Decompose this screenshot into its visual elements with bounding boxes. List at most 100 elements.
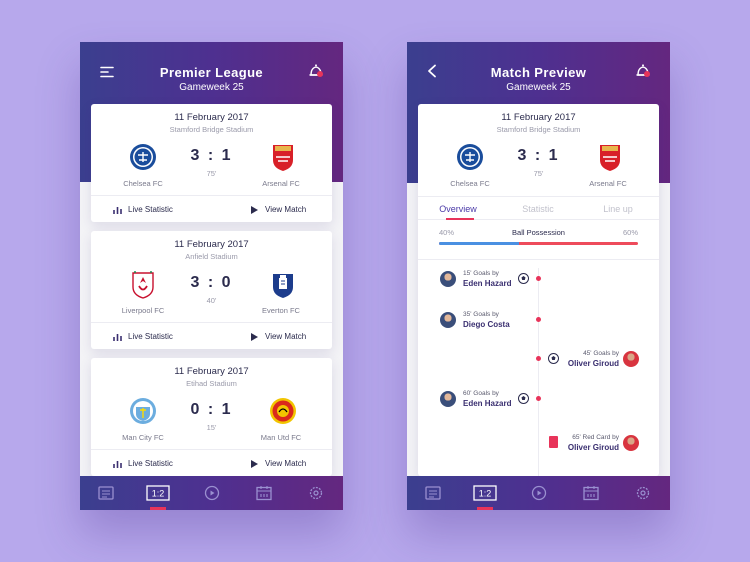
calendar-icon[interactable] (255, 485, 273, 501)
match-minute: 40' (206, 296, 217, 305)
away-team-name: Man Utd FC (260, 433, 302, 442)
soccer-ball-icon (548, 353, 559, 364)
home-team-name: Chelsea FC (450, 179, 490, 188)
timeline-event[interactable]: 65' Red Card by Oliver Giroud (418, 432, 659, 454)
tab-statistic[interactable]: Statistic (498, 204, 578, 214)
stadium-name: Anfield Stadium (185, 252, 238, 261)
match-minute: 75' (533, 169, 544, 178)
settings-icon[interactable] (634, 485, 652, 501)
live-statistic-label: Live Statistic (128, 205, 173, 214)
player-name: Diego Costa (463, 320, 510, 329)
player-name: Oliver Giroud (567, 443, 619, 452)
calendar-icon[interactable] (582, 485, 600, 501)
tab-line-up[interactable]: Line up (578, 204, 658, 214)
event-description: 65' Red Card by (572, 434, 619, 441)
match-card[interactable]: 11 February 2017 Stamford Bridge Stadium… (91, 104, 332, 222)
view-match-label: View Match (265, 459, 307, 468)
news-icon[interactable] (97, 485, 115, 501)
gameweek-label: Gameweek 25 (179, 82, 244, 93)
page-title: Premier League (159, 65, 264, 80)
timeline-dot (536, 317, 541, 322)
timeline-dot (536, 396, 541, 401)
tab-overview[interactable]: Overview (418, 204, 498, 214)
scores-icon[interactable]: 1:2 (473, 485, 497, 501)
player-name: Eden Hazard (463, 399, 512, 408)
play-icon (251, 459, 258, 468)
red-card-icon (549, 436, 558, 448)
page-title: Match Preview (490, 65, 587, 80)
timeline-event[interactable]: 35' Goals by Diego Costa (418, 309, 659, 331)
notification-bell-icon[interactable] (308, 63, 324, 80)
card-actions: Live Statistic View Match (91, 195, 332, 222)
everton-crest-icon (269, 269, 297, 299)
view-match-label: View Match (265, 205, 307, 214)
news-icon[interactable] (424, 485, 442, 501)
match-card[interactable]: 11 February 2017 Anfield Stadium 3 : 0 4… (91, 231, 332, 349)
scores-tab-label: 1:2 (479, 489, 492, 499)
card-actions: Live Statistic View Match (91, 322, 332, 349)
card-actions: Live Statistic View Match (91, 449, 332, 476)
scores-icon[interactable]: 1:2 (146, 485, 170, 501)
soccer-ball-icon (518, 273, 529, 284)
player-name: Eden Hazard (463, 279, 512, 288)
detail-tabs: Overview Statistic Line up (418, 196, 659, 220)
timeline-dot (536, 356, 541, 361)
away-possession-value: 60% (622, 228, 638, 237)
possession-bar (439, 242, 638, 245)
home-team-name: Liverpool FC (121, 306, 165, 315)
match-minute: 15' (206, 423, 217, 432)
away-team-name: Everton FC (262, 306, 300, 315)
player-name: Oliver Giroud (567, 359, 619, 368)
match-date: 11 February 2017 (501, 112, 576, 123)
event-description: 60' Goals by (463, 390, 499, 397)
home-team-name: Chelsea FC (123, 179, 163, 188)
soccer-ball-icon (518, 393, 529, 404)
scores-tab-label: 1:2 (152, 489, 165, 499)
stadium-name: Etihad Stadium (186, 379, 237, 388)
live-statistic-button[interactable]: Live Statistic (113, 205, 173, 214)
event-description: 35' Goals by (463, 311, 499, 318)
video-icon[interactable] (203, 485, 221, 501)
play-icon (251, 205, 258, 214)
timeline-dot (536, 276, 541, 281)
away-team-name: Arsenal FC (262, 179, 300, 188)
match-date: 11 February 2017 (174, 112, 249, 123)
view-match-button[interactable]: View Match (251, 205, 306, 214)
match-date: 11 February 2017 (174, 366, 249, 377)
match-card[interactable]: 11 February 2017 Etihad Stadium 0 : 1 15… (91, 358, 332, 476)
view-match-label: View Match (265, 332, 307, 341)
bottom-tab-bar: 1:2 (80, 476, 343, 510)
match-date: 11 February 2017 (174, 239, 249, 250)
gameweek-label: Gameweek 25 (506, 82, 571, 93)
match-minute: 75' (206, 169, 217, 178)
live-statistic-button[interactable]: Live Statistic (113, 459, 173, 468)
view-match-button[interactable]: View Match (251, 332, 306, 341)
home-possession-fill (439, 242, 519, 245)
home-team-name: Man City FC (122, 433, 164, 442)
avatar (440, 391, 456, 407)
view-match-button[interactable]: View Match (251, 459, 306, 468)
avatar (623, 435, 639, 451)
active-tab-underline (446, 218, 474, 220)
stadium-name: Stamford Bridge Stadium (496, 125, 581, 134)
match-preview-screen: Match Preview Gameweek 25 11 February 20… (407, 42, 670, 510)
settings-icon[interactable] (307, 485, 325, 501)
manutd-crest-icon (269, 396, 297, 426)
live-statistic-label: Live Statistic (128, 332, 173, 341)
active-tab-indicator (150, 507, 166, 510)
live-statistic-label: Live Statistic (128, 459, 173, 468)
avatar (440, 271, 456, 287)
timeline-event[interactable]: 15' Goals by Eden Hazard (418, 268, 659, 290)
event-description: 15' Goals by (463, 270, 499, 277)
away-team-name: Arsenal FC (589, 179, 627, 188)
premier-league-screen: Premier League Gameweek 25 11 February 2… (80, 42, 343, 510)
timeline-event[interactable]: 60' Goals by Eden Hazard (418, 388, 659, 410)
live-statistic-button[interactable]: Live Statistic (113, 332, 173, 341)
notification-bell-icon[interactable] (635, 63, 651, 80)
match-detail-card: 11 February 2017 Stamford Bridge Stadium… (418, 104, 659, 476)
video-icon[interactable] (530, 485, 548, 501)
active-tab-indicator (477, 507, 493, 510)
timeline-event[interactable]: 45' Goals by Oliver Giroud (418, 348, 659, 370)
divider (418, 259, 659, 260)
arsenal-crest-icon (596, 142, 624, 172)
